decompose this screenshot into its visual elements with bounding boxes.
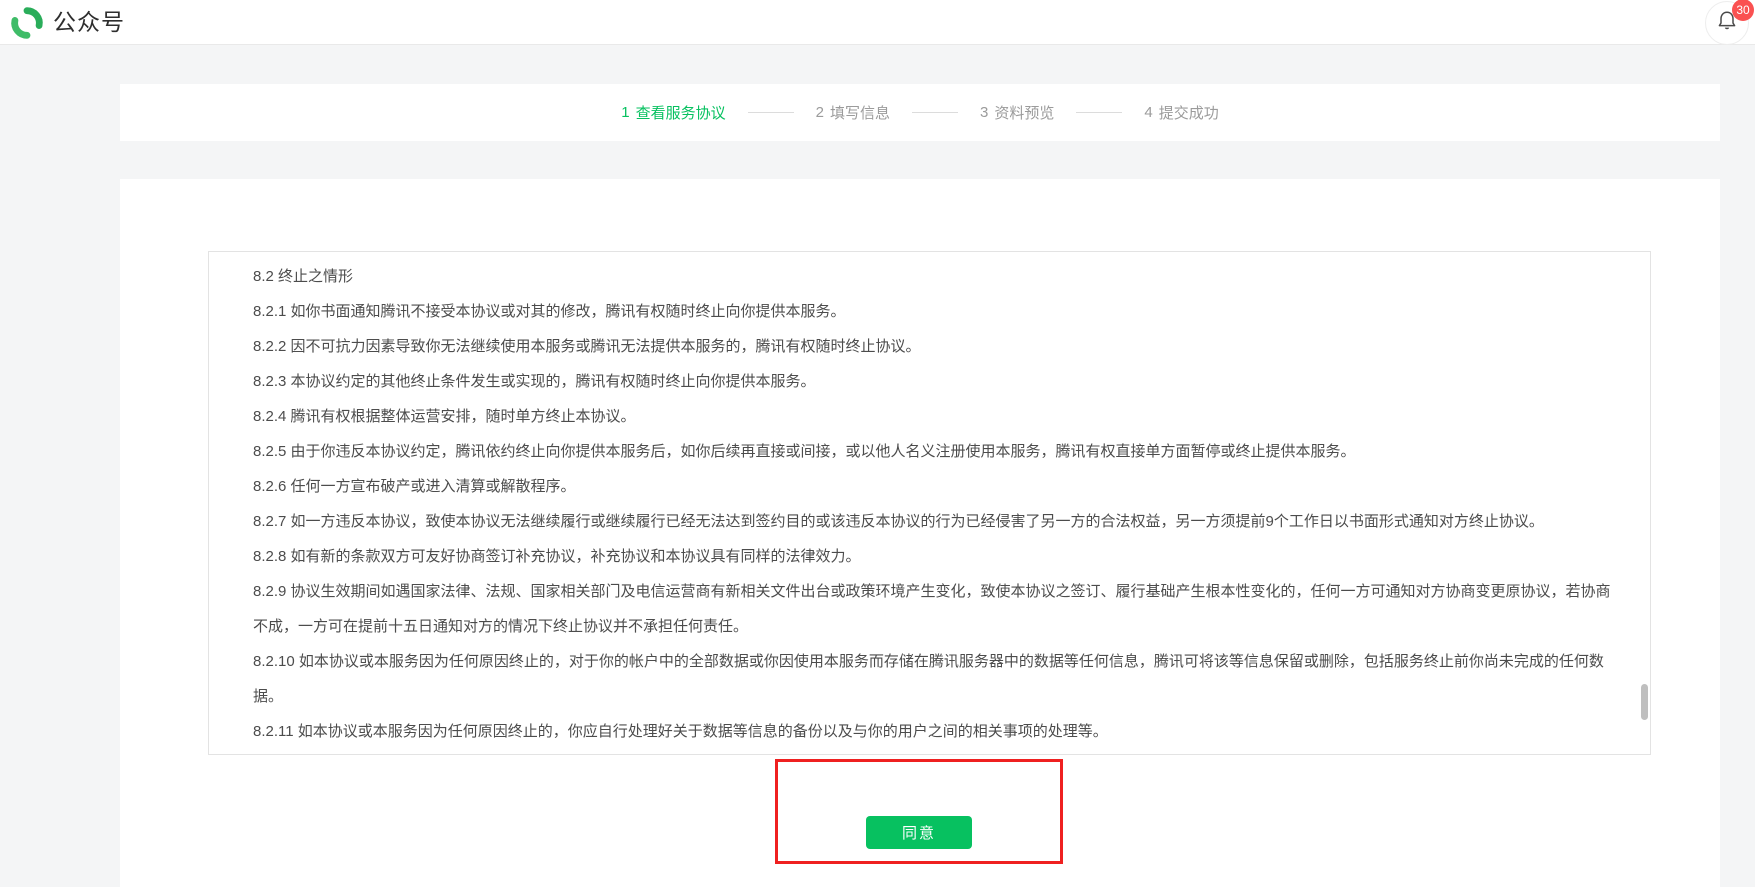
agreement-paragraph: 8.2.5 由于你违反本协议约定，腾讯依约终止向你提供本服务后，如你后续再直接或… [253, 434, 1612, 469]
agreement-paragraph: 8.2.2 因不可抗力因素导致你无法继续使用本服务或腾讯无法提供本服务的，腾讯有… [253, 329, 1612, 364]
agreement-paragraph: 8.2.6 任何一方宣布破产或进入清算或解散程序。 [253, 469, 1612, 504]
step-number: 2 [816, 104, 824, 121]
agreement-paragraph: 8.2.9 协议生效期间如遇国家法律、法规、国家相关部门及电信运营商有新相关文件… [253, 574, 1612, 644]
agreement-scroll-area[interactable]: 8.2 终止之情形 8.2.1 如你书面通知腾讯不接受本协议或对其的修改，腾讯有… [208, 251, 1651, 755]
step-view-agreement: 1 查看服务协议 [621, 102, 725, 123]
top-header: 公众号 30 [0, 0, 1755, 45]
agreement-paragraph: 8.2.4 腾讯有权根据整体运营安排，随时单方终止本协议。 [253, 399, 1612, 434]
agreement-paragraph: 8.2.11 如本协议或本服务因为任何原因终止的，你应自行处理好关于数据等信息的… [253, 714, 1612, 749]
step-number: 3 [980, 104, 988, 121]
step-separator [912, 112, 958, 113]
scrollbar-thumb[interactable] [1641, 684, 1648, 720]
app-title: 公众号 [53, 5, 125, 40]
agreement-paragraph: 8.2.7 如一方违反本协议，致使本协议无法继续履行或继续履行已经无法达到签约目… [253, 504, 1612, 539]
agreement-paragraph: 8.2 终止之情形 [253, 259, 1612, 294]
step-separator [748, 112, 794, 113]
agreement-paragraph: 8.2.10 如本协议或本服务因为任何原因终止的，对于你的帐户中的全部数据或你因… [253, 644, 1612, 714]
agree-button[interactable]: 同意 [866, 816, 972, 849]
step-label: 查看服务协议 [636, 102, 726, 123]
official-accounts-logo-icon [10, 6, 44, 40]
step-preview: 3 资料预览 [980, 102, 1054, 123]
step-submit-success: 4 提交成功 [1144, 102, 1218, 123]
notifications-button[interactable]: 30 [1705, 1, 1749, 45]
step-number: 1 [621, 104, 629, 121]
step-label: 资料预览 [994, 102, 1054, 123]
agreement-card: 8.2 终止之情形 8.2.1 如你书面通知腾讯不接受本协议或对其的修改，腾讯有… [120, 179, 1720, 887]
app-logo[interactable]: 公众号 [10, 5, 125, 40]
agreement-paragraph: 8.2.1 如你书面通知腾讯不接受本协议或对其的修改，腾讯有权随时终止向你提供本… [253, 294, 1612, 329]
step-label: 提交成功 [1159, 102, 1219, 123]
registration-stepper: 1 查看服务协议 2 填写信息 3 资料预览 4 提交成功 [120, 84, 1720, 141]
notification-count-badge: 30 [1732, 0, 1754, 21]
step-number: 4 [1144, 104, 1152, 121]
agreement-paragraph: 8.2.8 如有新的条款双方可友好协商签订补充协议，补充协议和本协议具有同样的法… [253, 539, 1612, 574]
agreement-paragraph: 8.2.3 本协议约定的其他终止条件发生或实现的，腾讯有权随时终止向你提供本服务… [253, 364, 1612, 399]
step-separator [1076, 112, 1122, 113]
step-fill-info: 2 填写信息 [816, 102, 890, 123]
step-label: 填写信息 [830, 102, 890, 123]
